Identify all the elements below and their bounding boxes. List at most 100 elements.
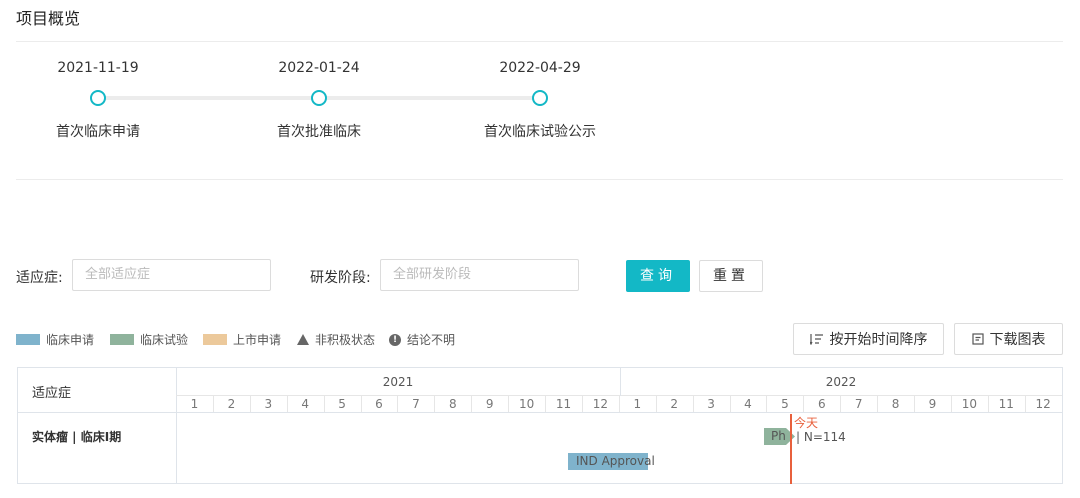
- timeline-node: [90, 90, 106, 106]
- gantt-chart: 适应症 2021 2022 1 2 3 4 5 6 7 8 9 10 11 12 1 2 3 4 5 6 7 8 9 10…: [17, 367, 1063, 484]
- gantt-month-divider: [249, 396, 251, 412]
- gantt-month-divider: [729, 396, 731, 412]
- reset-button[interactable]: 重置: [699, 260, 763, 292]
- today-label: 今天: [794, 416, 819, 430]
- timeline-node: [532, 90, 548, 106]
- exclamation-icon: !: [389, 333, 401, 346]
- gantt-month-divider: [655, 396, 657, 412]
- gantt-month: 6: [817, 397, 826, 411]
- legend-item: 上市申请: [203, 331, 281, 348]
- download-icon: [971, 333, 984, 345]
- gantt-column-divider: [176, 368, 177, 483]
- gantt-row-label: 实体瘤 | 临床I期: [32, 430, 122, 444]
- gantt-month-divider: [877, 396, 879, 412]
- timeline-node: [311, 90, 327, 106]
- gantt-month: 9: [485, 397, 494, 411]
- gantt-month-divider: [766, 396, 768, 412]
- stage-label: 研发阶段:: [310, 270, 371, 286]
- gantt-month: 10: [518, 397, 535, 411]
- gantt-month: 8: [448, 397, 457, 411]
- gantt-month: 6: [375, 397, 383, 411]
- legend-label: 上市申请: [233, 333, 282, 347]
- legend-item: 临床试验: [110, 331, 188, 348]
- divider: [16, 41, 1063, 42]
- query-button[interactable]: 查询: [626, 260, 690, 292]
- gantt-year: 2021: [382, 375, 414, 389]
- gantt-month-divider: [692, 396, 694, 412]
- gantt-month: 7: [854, 397, 863, 411]
- gantt-month-divider: [987, 396, 989, 412]
- gantt-month: 3: [707, 397, 715, 411]
- indication-select[interactable]: 全部适应症: [72, 259, 271, 291]
- gantt-month-divider: [803, 396, 805, 412]
- download-button-label: 下载图表: [989, 332, 1046, 348]
- gantt-month-divider: [212, 396, 214, 412]
- gantt-month: 7: [412, 397, 420, 411]
- bar-sample-size: | N=114: [796, 430, 846, 444]
- gantt-month: 12: [1035, 397, 1051, 411]
- gantt-month: 5: [781, 397, 789, 411]
- gantt-month-divider: [508, 396, 510, 412]
- gantt-month: 8: [891, 397, 900, 411]
- sort-button-label: 按开始时间降序: [829, 332, 928, 348]
- today-line: [790, 414, 792, 484]
- legend-label: 非积极状态: [315, 333, 376, 347]
- gantt-month: 1: [190, 397, 199, 411]
- timeline-date: 2022-01-24: [278, 60, 360, 76]
- stage-select[interactable]: 全部研发阶段: [380, 259, 579, 291]
- triangle-icon: [297, 334, 309, 345]
- gantt-month-divider: [1024, 396, 1026, 412]
- legend-swatch: [16, 334, 40, 345]
- gantt-month-divider: [323, 396, 325, 412]
- gantt-month: 10: [961, 397, 978, 411]
- indication-label: 适应症:: [16, 270, 63, 286]
- gantt-year-separator: [620, 368, 621, 396]
- gantt-bar-ind-approval[interactable]: IND Approval: [568, 453, 655, 470]
- gantt-month-divider: [360, 396, 362, 412]
- timeline-date: 2022-04-29: [499, 60, 581, 76]
- gantt-column-header: 适应症: [32, 386, 72, 401]
- download-chart-button[interactable]: 下载图表: [954, 323, 1063, 355]
- legend-swatch: [110, 334, 134, 345]
- gantt-month-divider: [581, 396, 583, 412]
- sort-button[interactable]: 按开始时间降序: [793, 323, 944, 355]
- divider: [16, 179, 1063, 180]
- timeline-label: 首次临床试验公示: [484, 124, 596, 140]
- legend-label: 结论不明: [407, 333, 456, 347]
- gantt-month-divider: [914, 396, 915, 412]
- sort-icon: [809, 334, 823, 345]
- gantt-month-divider: [286, 396, 288, 412]
- legend-item: 非积极状态: [297, 331, 375, 348]
- bar-label: IND Approval: [576, 454, 655, 468]
- gantt-month-divider: [618, 396, 620, 412]
- timeline-label: 首次批准临床: [277, 124, 361, 140]
- gantt-month-divider: [545, 396, 546, 412]
- page-title: 项目概览: [16, 9, 81, 28]
- gantt-month: 4: [744, 397, 752, 411]
- gantt-month: 4: [301, 397, 309, 411]
- legend-label: 临床申请: [46, 333, 95, 347]
- gantt-month: 2: [227, 397, 236, 411]
- gantt-month-divider: [840, 396, 842, 412]
- legend-label: 临床试验: [140, 333, 189, 347]
- legend-item: 临床申请: [16, 331, 94, 348]
- gantt-month-divider: [950, 396, 952, 412]
- gantt-month: 5: [338, 397, 346, 411]
- gantt-month: 1: [633, 397, 642, 411]
- gantt-month-divider: [397, 396, 399, 412]
- gantt-header-divider: [18, 412, 1062, 413]
- legend-swatch: [203, 334, 227, 345]
- gantt-month: 11: [998, 397, 1014, 411]
- gantt-year: 2022: [825, 375, 857, 389]
- timeline-date: 2021-11-19: [57, 60, 139, 76]
- timeline-label: 首次临床申请: [56, 124, 140, 140]
- gantt-month: 11: [555, 397, 572, 411]
- gantt-bar-phase[interactable]: Ph: [764, 428, 786, 445]
- bar-label: Ph: [771, 429, 786, 443]
- legend-item: ! 结论不明: [389, 331, 455, 348]
- gantt-month: 12: [592, 397, 609, 411]
- gantt-month: 2: [670, 397, 678, 411]
- gantt-month: 9: [928, 397, 937, 411]
- gantt-month: 3: [264, 397, 273, 411]
- gantt-month-divider: [434, 396, 436, 412]
